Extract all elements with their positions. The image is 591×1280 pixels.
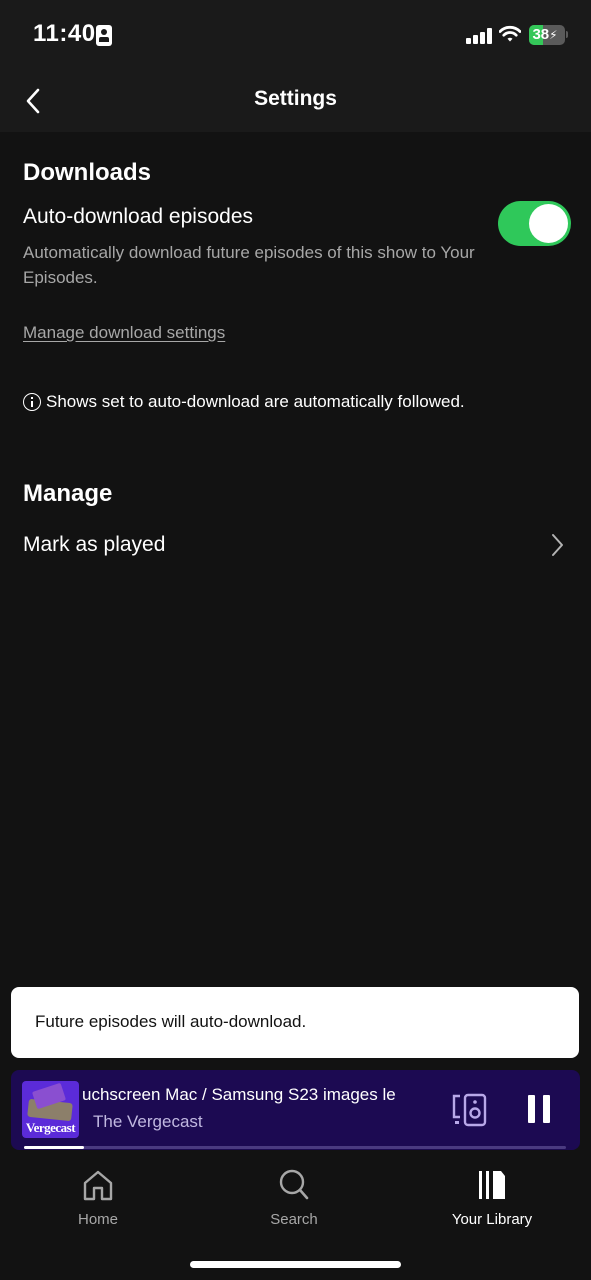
tab-search[interactable]: Search [219, 1168, 369, 1228]
toggle-knob [529, 204, 568, 243]
manage-download-settings-link[interactable]: Manage download settings [23, 323, 225, 343]
tab-label: Your Library [451, 1211, 533, 1228]
status-bar: 11:40 38⚡︎ [0, 0, 591, 70]
artwork-label: Vergecast [25, 1120, 76, 1135]
auto-download-toggle[interactable] [498, 201, 571, 246]
tab-your-library[interactable]: Your Library [417, 1168, 567, 1228]
downloads-section-title: Downloads [23, 159, 152, 186]
auto-download-label: Auto-download episodes [23, 205, 253, 228]
pause-bar-left [528, 1095, 535, 1123]
mark-as-played-row[interactable]: Mark as played [0, 520, 591, 570]
track-artist: The Vergecast [93, 1112, 203, 1131]
home-icon [83, 1170, 113, 1201]
tab-label: Home [77, 1211, 118, 1228]
toast-message: Future episodes will auto-download. [35, 1012, 307, 1031]
status-time: 11:40 [33, 20, 96, 47]
title-fade [397, 1082, 427, 1108]
battery-level: 38⚡︎ [532, 26, 558, 43]
info-icon [23, 393, 41, 411]
home-indicator [190, 1261, 401, 1268]
album-artwork: Vergecast [22, 1081, 79, 1138]
wifi-icon [499, 25, 521, 42]
auto-download-description: Automatically download future episodes o… [23, 243, 475, 287]
progress-fill [24, 1146, 84, 1149]
mark-as-played-label: Mark as played [23, 533, 166, 556]
tab-home[interactable]: Home [23, 1168, 173, 1228]
search-icon [279, 1169, 309, 1200]
manage-section-title: Manage [23, 480, 113, 507]
id-card-icon [96, 25, 112, 46]
battery-cap [566, 31, 568, 38]
tab-label: Search [270, 1211, 318, 1228]
mini-player[interactable]: Vergecast uchscreen Mac / Samsung S23 im… [11, 1070, 580, 1150]
devices-icon[interactable] [451, 1093, 487, 1127]
signal-icon [466, 28, 492, 44]
info-text: Shows set to auto-download are automatic… [46, 392, 465, 411]
library-icon [479, 1171, 505, 1199]
nav-header: Settings [0, 70, 591, 132]
auto-follow-info: Shows set to auto-download are automatic… [23, 392, 465, 412]
battery-icon: 38⚡︎ [529, 25, 565, 45]
chevron-right-icon [552, 534, 563, 556]
playback-progress[interactable] [24, 1146, 566, 1149]
pause-bar-right [543, 1095, 550, 1123]
toast-notification: Future episodes will auto-download. [11, 987, 579, 1058]
pause-button[interactable] [528, 1095, 552, 1123]
track-title: uchscreen Mac / Samsung S23 images le [82, 1085, 396, 1104]
page-title: Settings [254, 87, 337, 110]
